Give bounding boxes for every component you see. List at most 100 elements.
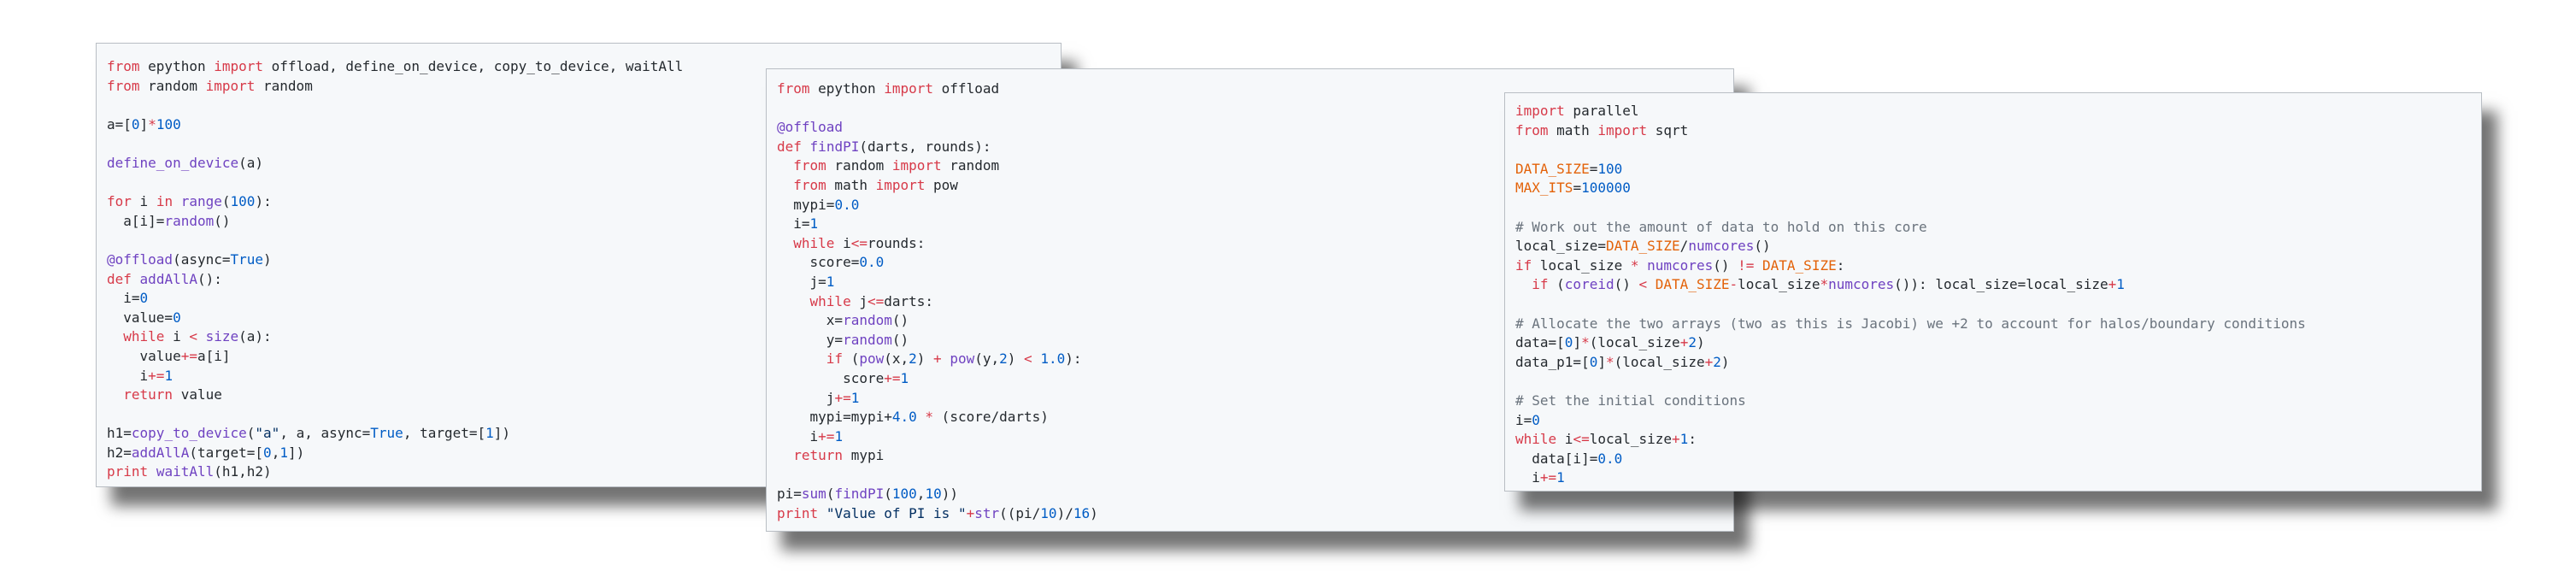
code-token: from [777, 80, 810, 97]
code-token: if [1515, 256, 1532, 274]
code-block: import parallel from math import sqrt DAT… [1515, 102, 2306, 488]
code-token: - [1729, 276, 1738, 293]
code-token: ) [916, 350, 934, 368]
code-token: () [891, 312, 909, 329]
code-line: @offload(async=True) [107, 250, 683, 270]
code-token: (local_size [1614, 353, 1705, 370]
code-token: , target=[ [403, 425, 486, 442]
code-token: + [1672, 431, 1680, 448]
code-token: "Value of PI is " [826, 505, 967, 522]
code-token: @offload [107, 250, 173, 268]
code-token: while [809, 292, 851, 309]
code-token: 16 [1073, 505, 1091, 522]
code-line: value=0 [107, 309, 683, 328]
code-token: (h1,h2) [214, 463, 272, 480]
code-token: MAX_ITS [1515, 180, 1573, 197]
code-line: j=1 [777, 273, 1098, 292]
code-token: def [107, 270, 132, 287]
code-token: 1 [834, 427, 844, 445]
code-token: )) [941, 486, 958, 503]
code-token: + [2108, 276, 2117, 293]
code-token: < [189, 328, 197, 345]
code-line: from math import sqrt [1515, 121, 2306, 141]
code-token: numcores [1688, 238, 1755, 255]
code-token: from [107, 77, 140, 94]
code-panel-jacobi: import parallel from math import sqrt DAT… [1504, 92, 2482, 492]
code-token: / [1679, 238, 1689, 255]
code-token: sum [801, 486, 826, 503]
code-token: = [1573, 180, 1582, 197]
code-token: j= [777, 273, 826, 290]
code-line: from random import random [107, 77, 683, 97]
code-token: random [843, 331, 892, 348]
code-line: import parallel [1515, 102, 2306, 121]
code-token: while [123, 328, 165, 345]
code-token: ( [1548, 276, 1565, 293]
code-token: 0 [139, 290, 149, 307]
code-token: ) [1090, 505, 1098, 522]
code-token: findPI [834, 486, 885, 503]
code-token: sqrt [1647, 121, 1689, 138]
code-token: math [1548, 121, 1598, 138]
code-token: != [1738, 256, 1755, 274]
code-token: ) [1720, 353, 1730, 370]
code-token: 0 [1564, 334, 1573, 351]
code-token: import [1515, 103, 1565, 119]
code-token: + [966, 505, 975, 522]
code-token: (local_size [1589, 334, 1680, 351]
code-token: str [974, 505, 1000, 522]
code-token: copy_to_device [131, 425, 247, 442]
code-token: i [834, 234, 851, 251]
code-token: 1 [826, 273, 835, 290]
code-token: i [131, 193, 156, 210]
code-token: random [826, 157, 892, 174]
code-token: offload [933, 80, 1000, 97]
code-line: @offload [777, 118, 1098, 138]
code-token: ( [246, 425, 256, 442]
code-token: 1 [164, 367, 173, 384]
code-token: findPI [809, 138, 860, 155]
code-token: * [148, 115, 156, 132]
code-token: * [1630, 256, 1639, 274]
code-token: DATA_SIZE [1762, 256, 1837, 274]
code-token: += [818, 427, 835, 445]
code-token: += [834, 389, 851, 406]
code-line: i+=1 [777, 427, 1098, 447]
code-token: 100 [230, 193, 256, 210]
code-line: # Set the initial conditions [1515, 392, 2306, 411]
code-token: h2= [107, 444, 132, 461]
code-token: data=[ [1515, 334, 1565, 351]
code-token: while [1515, 431, 1557, 448]
code-token: h1= [107, 425, 132, 442]
code-token: 100 [891, 486, 917, 503]
code-token: return [793, 447, 844, 464]
code-token: 0 [1532, 411, 1540, 428]
code-token: import [1597, 121, 1648, 138]
code-line: from epython import offload, define_on_d… [107, 57, 683, 77]
code-token: coreid [1564, 276, 1614, 293]
code-token: a[i] [197, 347, 231, 364]
code-line: data[i]=0.0 [1515, 450, 2306, 469]
code-line: from math import pow [777, 176, 1098, 196]
code-token: pow [950, 350, 975, 368]
code-token: j [777, 389, 835, 406]
code-token: a[i]= [107, 212, 165, 229]
code-token: i= [1515, 411, 1532, 428]
code-token: for [107, 193, 132, 210]
code-token: 1 [1679, 431, 1689, 448]
code-line: while i<=rounds: [777, 234, 1098, 254]
code-token: : [1688, 431, 1697, 448]
